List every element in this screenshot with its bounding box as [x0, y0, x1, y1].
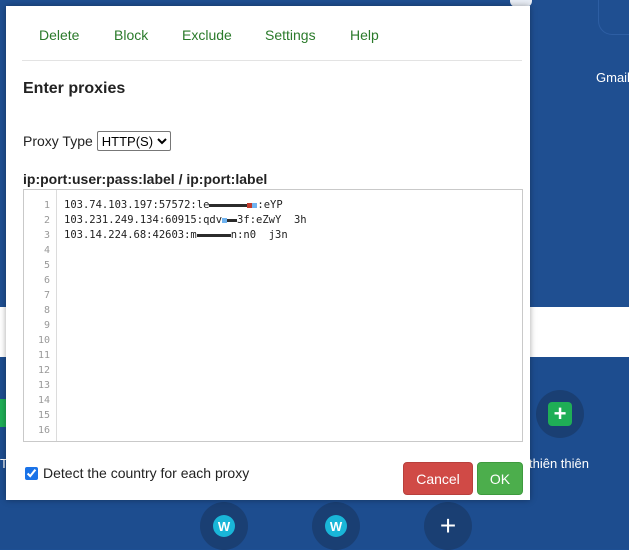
line-number: 8	[43, 305, 50, 316]
proxy-line-text: 103.74.103.197:57572:le	[64, 199, 210, 211]
plus-icon: +	[439, 510, 457, 541]
proxy-line-text: 103.231.249.134:60915:qdv	[64, 214, 223, 226]
shortcut-w-2[interactable]: W	[312, 502, 360, 550]
proxy-type-row: Proxy Type HTTP(S)	[23, 131, 171, 151]
line-number: 12	[37, 365, 50, 376]
line-number: 15	[37, 410, 50, 421]
detect-country-option[interactable]: Detect the country for each proxy	[25, 465, 249, 481]
line-number: 1	[43, 200, 50, 211]
menu-exclude[interactable]: Exclude	[182, 27, 232, 43]
redaction-mark	[196, 233, 231, 237]
proxy-list-editor[interactable]: 1 2 3 4 5 6 7 8 9 10 11 12 13 14 15 16 1…	[23, 189, 523, 442]
proxy-line-text: :eYP	[257, 199, 283, 211]
proxy-line-text: 3f:eZwY 3h	[237, 214, 307, 226]
line-number: 9	[43, 320, 50, 331]
proxy-type-select[interactable]: HTTP(S)	[96, 131, 171, 151]
shortcut-add-tile[interactable]: +	[536, 390, 584, 438]
proxy-line-3: 103.14.224.68:42603:m n:n0 j3n	[64, 229, 288, 241]
background-corner	[598, 0, 629, 35]
line-number: 7	[43, 290, 50, 301]
plus-square-icon: +	[548, 402, 572, 426]
menu-help[interactable]: Help	[350, 27, 379, 43]
line-number: 14	[37, 395, 50, 406]
proxy-format-label: ip:port:user:pass:label / ip:port:label	[23, 171, 268, 187]
menu-settings[interactable]: Settings	[265, 27, 316, 43]
ok-button[interactable]: OK	[477, 462, 523, 495]
menu-block[interactable]: Block	[114, 27, 148, 43]
menu-delete[interactable]: Delete	[39, 27, 79, 43]
cancel-button[interactable]: Cancel	[403, 462, 473, 495]
line-number: 10	[37, 335, 50, 346]
line-number: 16	[37, 425, 50, 436]
add-shortcut-button[interactable]: +	[424, 502, 472, 550]
line-number: 6	[43, 275, 50, 286]
proxy-line-1: 103.74.103.197:57572:le :eYP	[64, 199, 283, 211]
redaction-mark	[227, 218, 238, 222]
line-number: 13	[37, 380, 50, 391]
line-number: 4	[43, 245, 50, 256]
shortcut-w-1[interactable]: W	[200, 502, 248, 550]
line-number: 11	[37, 350, 50, 361]
line-number: 5	[43, 260, 50, 271]
w-logo-icon: W	[325, 515, 347, 537]
proxy-line-text: 103.14.224.68:42603:m	[64, 229, 197, 241]
line-number-gutter: 1 2 3 4 5 6 7 8 9 10 11 12 13 14 15 16	[24, 190, 57, 441]
proxy-line-text: n:n0 j3n	[230, 229, 288, 241]
line-number: 3	[43, 230, 50, 241]
detect-country-label: Detect the country for each proxy	[43, 465, 250, 481]
redaction-mark	[209, 203, 248, 207]
w-logo-icon: W	[213, 515, 235, 537]
gmail-link[interactable]: Gmail	[596, 70, 629, 85]
enter-proxies-dialog: Delete Block Exclude Settings Help Enter…	[6, 6, 530, 500]
detect-country-checkbox[interactable]	[25, 466, 38, 480]
proxy-type-label: Proxy Type	[23, 133, 93, 149]
proxy-line-2: 103.231.249.134:60915:qdv 3f:eZwY 3h	[64, 214, 307, 226]
line-number: 2	[43, 215, 50, 226]
dialog-title: Enter proxies	[23, 80, 126, 97]
shortcut-label: thiên thiên	[529, 456, 589, 471]
dialog-menu-bar: Delete Block Exclude Settings Help	[22, 6, 522, 61]
